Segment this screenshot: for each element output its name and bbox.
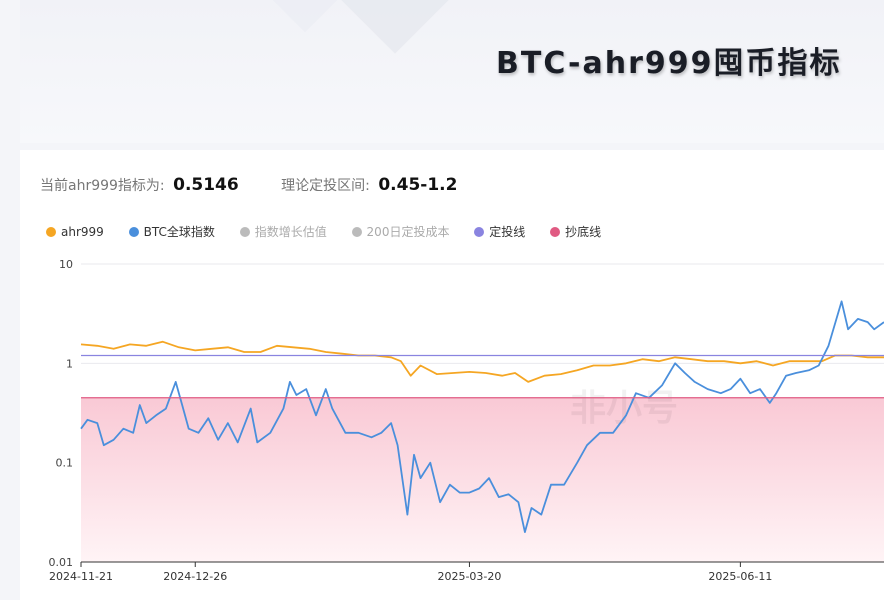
y-tick-label: 1 — [66, 357, 73, 370]
y-tick-label: 0.1 — [56, 457, 74, 470]
header-banner: BTC-ahr999囤币指标 — [20, 0, 884, 143]
x-tick-label: 2025-03-20 — [437, 570, 501, 583]
bottom-zone-area — [81, 397, 884, 562]
ahr999-series-line — [80, 340, 884, 383]
page-title: BTC-ahr999囤币指标 — [496, 46, 842, 81]
y-tick-label: 0.01 — [49, 556, 74, 569]
x-tick-label: 2024-12-26 — [163, 570, 227, 583]
decorative-diamond — [262, 0, 348, 33]
watermark-text: 非小号 — [570, 388, 678, 429]
y-tick-label: 10 — [59, 258, 73, 271]
ahr999-chart: 非小号 10 1 0.1 0.012024-11-21 2024-12-26 2025-0… — [49, 258, 884, 583]
x-tick-label: 2024-11-21 — [49, 570, 113, 583]
decorative-diamond — [331, 0, 459, 54]
x-tick-label: 2025-06-11 — [708, 570, 772, 583]
